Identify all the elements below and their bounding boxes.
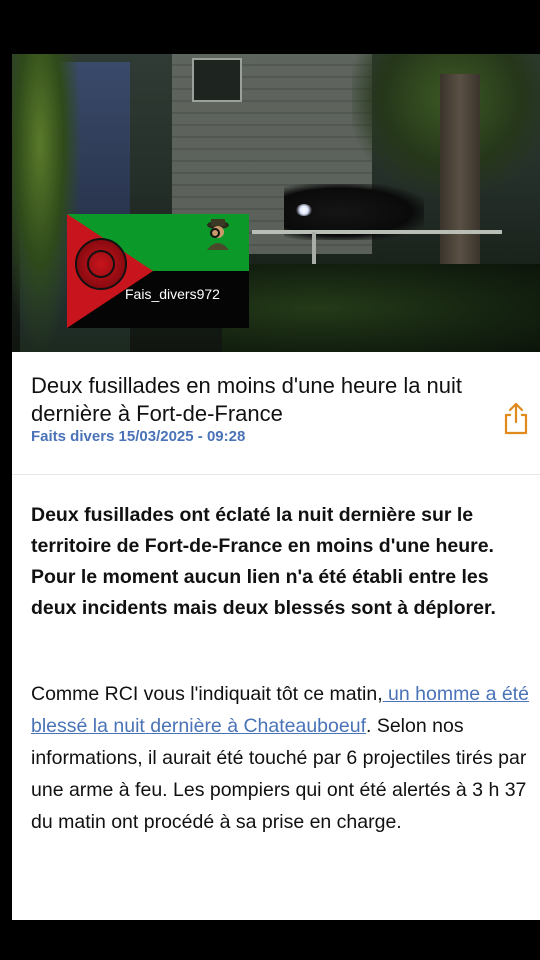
article-category[interactable]: Faits divers xyxy=(31,428,114,445)
watermark-handle: Fais_divers972 xyxy=(125,286,220,302)
article-meta: Faits divers 15/03/2025 - 09:28 xyxy=(31,428,245,445)
article-body: Comme RCI vous l'indiquait tôt ce matin,… xyxy=(31,678,531,838)
watermark-flag: Fais_divers972 xyxy=(67,214,249,328)
article-card: Fais_divers972 Deux fusillades en moins … xyxy=(12,54,540,920)
article-title: Deux fusillades en moins d'une heure la … xyxy=(31,373,463,426)
article-hero-image[interactable]: Fais_divers972 xyxy=(12,54,540,352)
photo-railing xyxy=(252,230,502,234)
photo-headlight xyxy=(296,204,312,216)
photo-bushes xyxy=(222,264,540,352)
detective-avatar-icon xyxy=(207,219,229,250)
article-lead: Deux fusillades ont éclaté la nuit derni… xyxy=(31,504,496,619)
share-icon[interactable] xyxy=(502,402,530,436)
article-date: 15/03/2025 - 09:28 xyxy=(118,428,246,445)
photo-railing-post xyxy=(312,232,316,266)
header-divider xyxy=(12,474,540,475)
photo-window xyxy=(192,58,242,102)
body-text-intro: Comme RCI vous l'indiquait tôt ce matin, xyxy=(31,683,383,705)
flag-seal-logo xyxy=(75,238,127,290)
